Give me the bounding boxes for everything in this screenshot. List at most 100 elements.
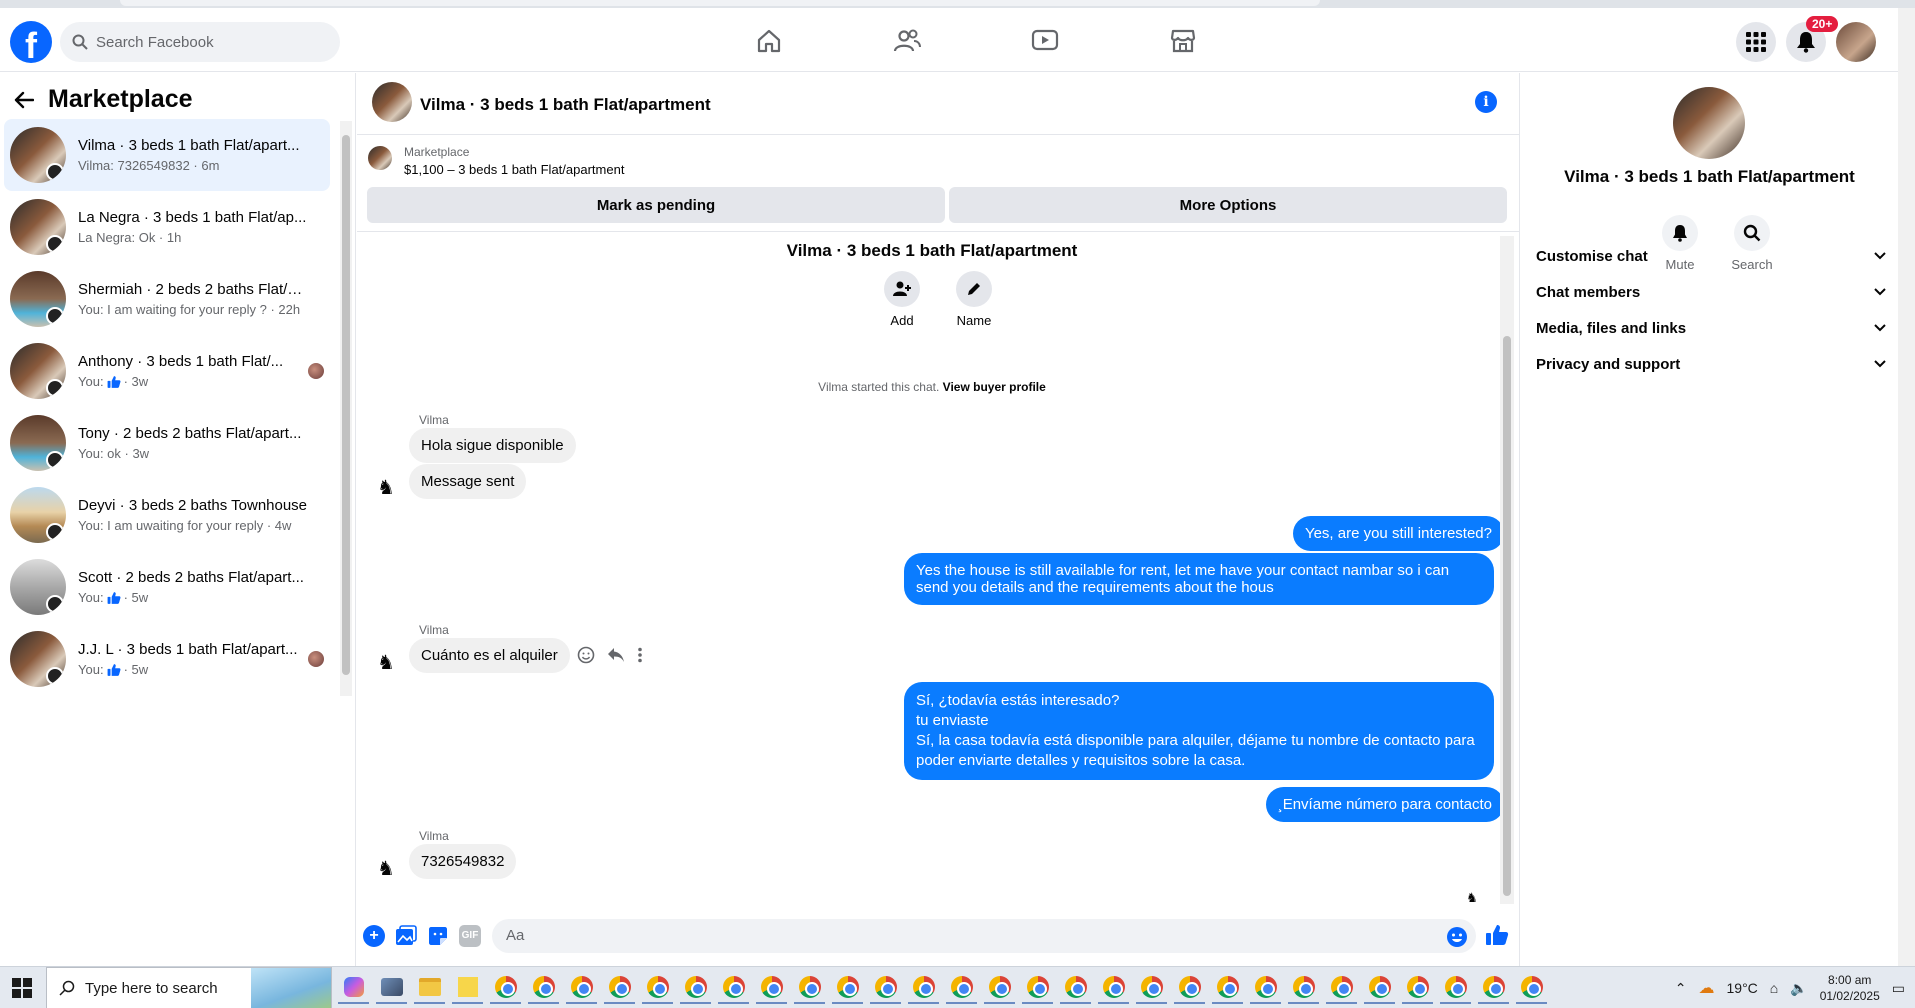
nav-friends-icon[interactable] — [838, 18, 976, 64]
plus-icon[interactable]: + — [363, 925, 385, 947]
chrome-window-icon[interactable] — [870, 972, 901, 1004]
notifications-button[interactable]: 20+ — [1786, 16, 1839, 62]
network-icon[interactable]: ⌂ — [1770, 980, 1778, 996]
name-chat-button[interactable]: Name — [944, 271, 1004, 328]
notification-center-icon[interactable]: ▭ — [1892, 980, 1905, 997]
listing-thumbnail[interactable] — [368, 146, 392, 170]
listing-price-title[interactable]: $1,100 – 3 beds 1 bath Flat/apartment — [404, 162, 624, 177]
chrome-window-icon[interactable] — [528, 972, 559, 1004]
conversation-item[interactable]: Vilma · 3 beds 1 bath Flat/apart... Vilma… — [4, 119, 330, 191]
conversation-item[interactable]: Scott · 2 beds 2 baths Flat/apart... You:… — [4, 551, 330, 623]
thumbs-up-icon[interactable] — [1485, 923, 1509, 947]
chrome-window-icon[interactable] — [1098, 972, 1129, 1004]
view-buyer-profile-link[interactable]: View buyer profile — [943, 380, 1046, 394]
chrome-window-icon[interactable] — [604, 972, 635, 1004]
chrome-window-icon[interactable] — [1516, 972, 1547, 1004]
conversation-item[interactable]: Tony · 2 beds 2 baths Flat/apart... You: … — [4, 407, 330, 479]
chrome-window-icon[interactable] — [946, 972, 977, 1004]
taskbar-search-input[interactable]: Type here to search — [46, 967, 332, 1008]
conversation-item[interactable]: Deyvi · 3 beds 2 baths Townhouse You: I a… — [4, 479, 330, 551]
incoming-message[interactable]: 7326549832 — [409, 844, 517, 879]
search-facebook-input[interactable]: Search Facebook — [60, 22, 340, 62]
outgoing-message[interactable]: Yes the house is still available for ren… — [904, 553, 1494, 605]
page-scrollbar[interactable] — [1898, 8, 1915, 966]
chrome-window-icon[interactable] — [1174, 972, 1205, 1004]
menu-grid-button[interactable] — [1736, 22, 1776, 62]
chrome-window-icon[interactable] — [1440, 972, 1471, 1004]
chrome-window-icon[interactable] — [680, 972, 711, 1004]
chrome-window-icon[interactable] — [1060, 972, 1091, 1004]
chrome-window-icon[interactable] — [756, 972, 787, 1004]
chrome-window-icon[interactable] — [718, 972, 749, 1004]
mark-as-pending-button[interactable]: Mark as pending — [367, 187, 945, 223]
chrome-window-icon[interactable] — [984, 972, 1015, 1004]
more-vertical-icon[interactable] — [637, 647, 643, 663]
sender-avatar[interactable]: ♞ — [372, 648, 400, 676]
clock[interactable]: 8:00 am 01/02/2025 — [1820, 972, 1880, 1004]
sticker-icon[interactable] — [427, 925, 449, 947]
conversation-item[interactable]: J.J. L · 3 beds 1 bath Flat/apart... You:… — [4, 623, 330, 695]
outgoing-message[interactable]: ¸Envíame número para contacto — [1265, 787, 1504, 822]
outgoing-message[interactable]: Yes, are you still interested? — [1292, 516, 1504, 551]
chat-avatar[interactable] — [372, 82, 412, 122]
details-section-item[interactable]: Privacy and support — [1536, 346, 1886, 382]
profile-avatar[interactable] — [1836, 22, 1876, 62]
nav-home-icon[interactable] — [700, 18, 838, 64]
file-explorer-icon[interactable] — [414, 972, 445, 1004]
emoji-icon[interactable] — [1446, 926, 1468, 948]
windows-start-icon[interactable] — [12, 978, 32, 998]
speaker-icon[interactable]: 🔈 — [1790, 980, 1807, 997]
details-avatar[interactable] — [1673, 87, 1745, 159]
sender-avatar[interactable]: ♞ — [372, 854, 400, 882]
chrome-window-icon[interactable] — [1402, 972, 1433, 1004]
back-arrow-icon[interactable] — [14, 91, 34, 109]
chrome-window-icon[interactable] — [490, 972, 521, 1004]
chrome-window-icon[interactable] — [1136, 972, 1167, 1004]
nav-marketplace-icon[interactable] — [1114, 18, 1252, 64]
message-input[interactable]: Aa — [492, 919, 1476, 953]
conversation-list-scrollbar[interactable] — [340, 121, 352, 696]
photos-app-icon[interactable] — [376, 972, 407, 1004]
chrome-window-icon[interactable] — [1022, 972, 1053, 1004]
gif-icon[interactable]: GIF — [459, 925, 481, 947]
chrome-window-icon[interactable] — [908, 972, 939, 1004]
chrome-window-icon[interactable] — [832, 972, 863, 1004]
sticky-notes-icon[interactable] — [452, 972, 483, 1004]
info-icon[interactable]: i — [1475, 91, 1497, 113]
weather-icon[interactable]: ☁ — [1699, 978, 1715, 998]
details-section-item[interactable]: Customise chat — [1536, 238, 1886, 274]
photo-icon[interactable] — [395, 925, 417, 947]
chrome-window-icon[interactable] — [1478, 972, 1509, 1004]
chrome-window-icon[interactable] — [794, 972, 825, 1004]
temperature[interactable]: 19°C — [1727, 980, 1758, 996]
chrome-window-icon[interactable] — [566, 972, 597, 1004]
conversation-item[interactable]: Shermiah · 2 beds 2 baths Flat/a... You: … — [4, 263, 330, 335]
details-section-item[interactable]: Chat members — [1536, 274, 1886, 310]
chrome-window-icon[interactable] — [1250, 972, 1281, 1004]
nav-video-icon[interactable] — [976, 18, 1114, 64]
outgoing-message[interactable]: Sí, ¿todavía estás interesado? tu envias… — [904, 682, 1494, 780]
details-section-item[interactable]: Media, files and links — [1536, 310, 1886, 346]
react-emoji-icon[interactable] — [577, 646, 595, 664]
incoming-message[interactable]: Message sent — [409, 464, 527, 499]
more-options-button[interactable]: More Options — [949, 187, 1507, 223]
add-people-button[interactable]: Add — [872, 271, 932, 328]
conversation-subtitle: You: · 5w — [78, 662, 308, 677]
incoming-message[interactable]: Hola sigue disponible — [409, 428, 576, 463]
chrome-window-icon[interactable] — [1212, 972, 1243, 1004]
chrome-window-icon[interactable] — [1326, 972, 1357, 1004]
chrome-window-icon[interactable] — [1288, 972, 1319, 1004]
sender-avatar[interactable]: ♞ — [372, 473, 400, 501]
copilot-icon[interactable] — [338, 972, 369, 1004]
chrome-window-icon[interactable] — [1364, 972, 1395, 1004]
chat-scrollbar[interactable] — [1500, 236, 1514, 904]
conversation-item[interactable]: Anthony · 3 beds 1 bath Flat/... You: · 3w — [4, 335, 330, 407]
conversation-item[interactable]: La Negra · 3 beds 1 bath Flat/ap... La Ne… — [4, 191, 330, 263]
facebook-logo-icon[interactable]: f — [10, 21, 52, 63]
chevron-up-icon[interactable]: ⌃ — [1675, 980, 1687, 997]
chat-title[interactable]: Vilma · 3 beds 1 bath Flat/apartment — [420, 95, 711, 115]
reply-icon[interactable] — [607, 647, 625, 663]
incoming-message[interactable]: Cuánto es el alquiler — [409, 638, 570, 673]
browser-tab[interactable] — [120, 0, 1320, 6]
chrome-window-icon[interactable] — [642, 972, 673, 1004]
